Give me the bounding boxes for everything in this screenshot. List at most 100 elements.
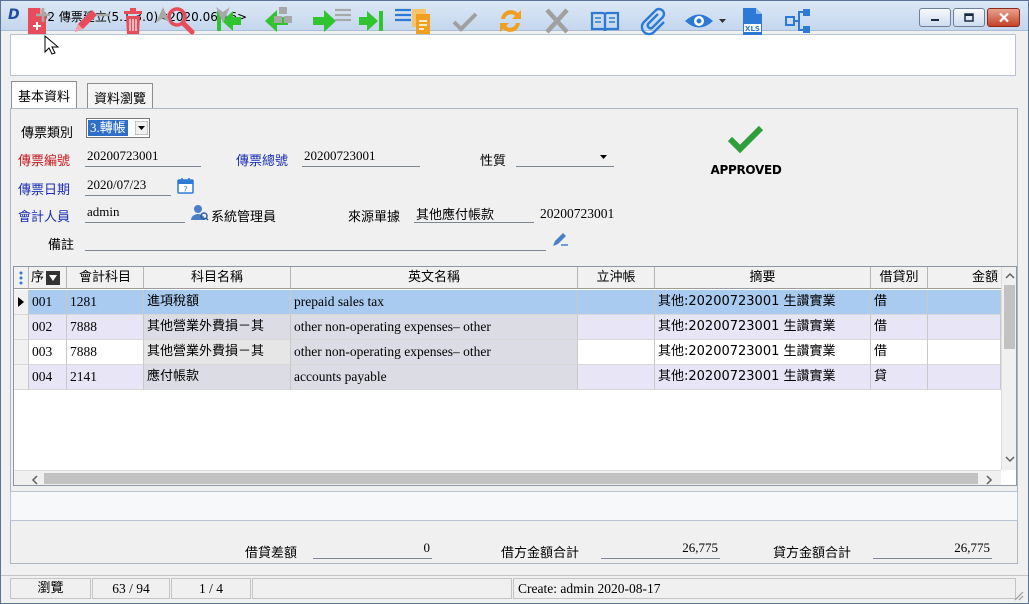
- minimize-button[interactable]: [919, 8, 951, 27]
- source-doc-field[interactable]: 其他應付帳款: [414, 204, 534, 223]
- voucher-date-field[interactable]: 2020/07/23: [85, 177, 171, 196]
- cell-offset[interactable]: [578, 290, 655, 315]
- cell-account[interactable]: 7888: [67, 315, 144, 340]
- sort-down-icon[interactable]: [46, 271, 60, 285]
- remove-row-button[interactable]: [89, 4, 117, 26]
- cell-account[interactable]: 1281: [67, 290, 144, 315]
- flow-button[interactable]: [778, 3, 818, 39]
- grid-navigator: [10, 491, 1018, 521]
- cell-seq[interactable]: 003: [29, 340, 67, 365]
- cell-name[interactable]: 其他營業外費損－其: [144, 315, 291, 340]
- cell-offset[interactable]: [578, 315, 655, 340]
- cell-name[interactable]: 應付帳款: [144, 365, 291, 390]
- move-down-button[interactable]: [209, 4, 237, 26]
- paperclip-icon: [640, 7, 666, 36]
- cell-english[interactable]: other non-operating expenses– other: [291, 340, 578, 365]
- cancel-button[interactable]: [537, 3, 577, 39]
- cell-english[interactable]: accounts payable: [291, 365, 578, 390]
- maximize-button[interactable]: [953, 8, 985, 27]
- open-book-icon: [590, 11, 620, 32]
- calendar-icon[interactable]: 7: [177, 177, 194, 194]
- group-button[interactable]: [269, 4, 297, 26]
- vertical-scrollbar[interactable]: [1001, 267, 1016, 470]
- resize-grip-icon[interactable]: [1012, 589, 1024, 601]
- status-empty-pane: [252, 578, 512, 599]
- cell-summary[interactable]: 其他:20200723001 生讚實業: [655, 340, 871, 365]
- voucher-detail-grid: 序 會計科目 科目名稱 英文名稱 立沖帳 摘要 借貸別 金額 001 1281 進項…: [13, 266, 1017, 486]
- book-button[interactable]: [585, 3, 625, 39]
- scroll-up-icon[interactable]: [1005, 272, 1015, 280]
- cell-amount[interactable]: [928, 290, 1001, 315]
- column-header-debit-credit[interactable]: 借貸別: [871, 267, 928, 289]
- close-button[interactable]: [987, 8, 1020, 27]
- last-record-button[interactable]: [352, 3, 392, 39]
- move-up-button[interactable]: [149, 4, 177, 26]
- tab-basic-info[interactable]: 基本資料: [11, 81, 78, 108]
- remark-field[interactable]: [85, 232, 546, 251]
- voucher-type-select[interactable]: 3.轉帳: [86, 118, 150, 138]
- nature-dropdown-icon[interactable]: [599, 153, 609, 161]
- cell-amount[interactable]: [928, 315, 1001, 340]
- refresh-button[interactable]: [490, 3, 530, 39]
- cell-dc[interactable]: 貸: [871, 365, 928, 390]
- cell-summary[interactable]: 其他:20200723001 生讚實業: [655, 315, 871, 340]
- voucher-total-no-field[interactable]: 20200723001: [302, 148, 420, 167]
- row-indicator[interactable]: [14, 365, 29, 390]
- cell-offset[interactable]: [578, 340, 655, 365]
- column-header-offset[interactable]: 立沖帳: [578, 267, 655, 289]
- scroll-left-icon[interactable]: [31, 475, 39, 485]
- cell-seq[interactable]: 004: [29, 365, 67, 390]
- plus-icon: [36, 8, 50, 22]
- detail-list-button[interactable]: [389, 4, 417, 26]
- column-header-account-name[interactable]: 科目名稱: [144, 267, 291, 289]
- cell-dc[interactable]: 借: [871, 290, 928, 315]
- delete-button[interactable]: [113, 3, 153, 39]
- cell-account[interactable]: 7888: [67, 340, 144, 365]
- arrow-down-icon: [216, 7, 230, 23]
- cell-amount[interactable]: [928, 340, 1001, 365]
- svg-text:7: 7: [183, 186, 187, 194]
- voucher-date-label: 傳票日期: [18, 183, 71, 198]
- scroll-down-icon[interactable]: [1005, 455, 1015, 463]
- column-header-english-name[interactable]: 英文名稱: [291, 267, 578, 289]
- cell-name[interactable]: 進項稅額: [144, 290, 291, 315]
- column-header-summary[interactable]: 摘要: [655, 267, 871, 289]
- cell-dc[interactable]: 借: [871, 315, 928, 340]
- accountant-field[interactable]: admin: [85, 204, 185, 223]
- last-record-icon: [359, 11, 383, 31]
- export-xls-button[interactable]: XLS: [732, 3, 772, 39]
- eye-icon: [685, 14, 726, 28]
- horizontal-scrollbar[interactable]: [14, 470, 1001, 485]
- cell-summary[interactable]: 其他:20200723001 生讚實業: [655, 290, 871, 315]
- diff-value: 0: [313, 540, 432, 559]
- add-row-button[interactable]: [29, 4, 57, 26]
- cell-english[interactable]: prepaid sales tax: [291, 290, 578, 315]
- cell-amount[interactable]: [928, 365, 1001, 390]
- row-indicator[interactable]: [14, 340, 29, 365]
- cell-account[interactable]: 2141: [67, 365, 144, 390]
- confirm-button[interactable]: [445, 3, 485, 39]
- list-button[interactable]: [329, 4, 357, 26]
- cell-name[interactable]: 其他營業外費損－其: [144, 340, 291, 365]
- cell-english[interactable]: other non-operating expenses– other: [291, 315, 578, 340]
- horizontal-scroll-thumb[interactable]: [44, 473, 978, 484]
- edit-remark-icon[interactable]: [551, 232, 569, 248]
- tab-data-browse[interactable]: 資料瀏覽: [87, 83, 154, 108]
- cell-summary[interactable]: 其他:20200723001 生讚實業: [655, 365, 871, 390]
- vertical-scroll-thumb[interactable]: [1004, 285, 1015, 349]
- user-lookup-icon[interactable]: [191, 204, 209, 222]
- grid-menu-handle[interactable]: [14, 267, 29, 289]
- view-dropdown-button[interactable]: [680, 3, 730, 39]
- cell-dc[interactable]: 借: [871, 340, 928, 365]
- row-indicator[interactable]: [14, 315, 29, 340]
- row-indicator[interactable]: [14, 290, 29, 315]
- column-header-amount[interactable]: 金額: [928, 267, 1003, 289]
- attachment-button[interactable]: [633, 3, 673, 39]
- cell-offset[interactable]: [578, 365, 655, 390]
- column-header-account[interactable]: 會計科目: [67, 267, 144, 289]
- column-header-seq[interactable]: 序: [29, 267, 67, 289]
- voucher-no-field[interactable]: 20200723001: [85, 148, 201, 167]
- scroll-right-icon[interactable]: [985, 475, 993, 485]
- cell-seq[interactable]: 002: [29, 315, 67, 340]
- cell-seq[interactable]: 001: [29, 290, 67, 315]
